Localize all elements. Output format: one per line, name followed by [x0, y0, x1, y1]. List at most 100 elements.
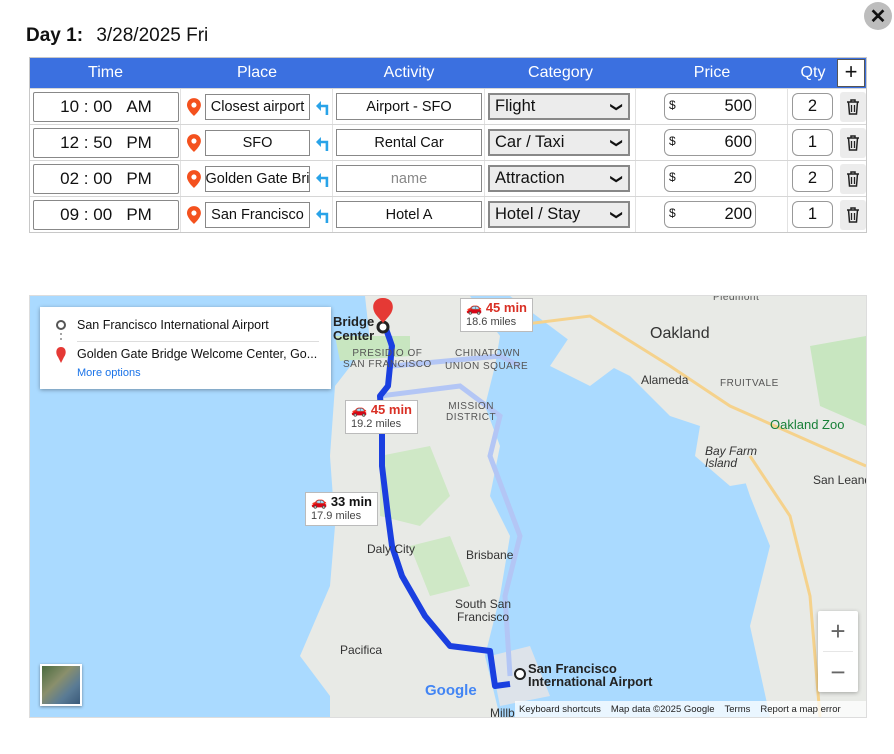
activity-cell: Hotel A: [333, 197, 485, 232]
time-input[interactable]: 12 : 50 PM: [33, 127, 179, 158]
minute[interactable]: 00: [93, 97, 112, 117]
delete-row-button[interactable]: [840, 91, 866, 122]
trash-icon: [847, 170, 859, 187]
header-qty: Qty: [800, 64, 826, 81]
time-input[interactable]: 02 : 00 PM: [33, 163, 179, 194]
turn-arrow-icon[interactable]: [314, 170, 332, 188]
header-activity: Activity: [383, 64, 435, 81]
map-label-piedmont: Piedmont: [713, 295, 760, 303]
qty-input[interactable]: 1: [792, 129, 833, 156]
terms-link[interactable]: Terms: [725, 704, 751, 715]
price-input[interactable]: $ 500: [664, 93, 756, 120]
directions-panel[interactable]: San Francisco International Airport Gold…: [40, 307, 331, 389]
activity-input[interactable]: Rental Car: [336, 129, 482, 156]
ampm[interactable]: PM: [126, 169, 152, 189]
route-option-2[interactable]: 🚗 45 min 19.2 miles: [345, 400, 418, 434]
zoom-out-button[interactable]: −: [818, 652, 858, 692]
minute[interactable]: 00: [93, 169, 112, 189]
price-cell: $ 20: [636, 161, 788, 196]
place-input[interactable]: Closest airport: [204, 93, 311, 120]
map-label-sfo: San Francisco International Airport: [528, 661, 653, 689]
map-label-union-square: UNION SQUARE: [445, 361, 529, 372]
map-label-mission: MISSION DISTRICT: [446, 401, 497, 423]
activity-cell: name: [333, 161, 485, 196]
ampm[interactable]: PM: [126, 205, 152, 225]
currency-symbol: $: [669, 134, 676, 148]
keyboard-shortcuts-link[interactable]: Keyboard shortcuts: [519, 704, 601, 715]
route-option-3[interactable]: 🚗 33 min 17.9 miles: [305, 492, 378, 526]
minute[interactable]: 00: [93, 205, 112, 225]
time-input[interactable]: 09 : 00 PM: [33, 199, 179, 230]
currency-symbol: $: [669, 206, 676, 220]
place-input[interactable]: Golden Gate Bri: [204, 165, 311, 192]
trash-icon: [847, 134, 859, 151]
category-select[interactable]: Flight ❯: [488, 93, 630, 120]
report-error-link[interactable]: Report a map error: [760, 704, 840, 715]
destination-label[interactable]: Golden Gate Bridge Welcome Center, Go...: [77, 347, 317, 361]
route-time: 45 min: [485, 300, 527, 315]
category-select[interactable]: Attraction ❯: [488, 165, 630, 192]
price-input[interactable]: $ 200: [664, 201, 756, 228]
turn-arrow-icon[interactable]: [314, 206, 332, 224]
category-value: Flight: [495, 97, 536, 115]
table-row: 12 : 50 PM SFO Rental Car Car / Taxi ❯ $…: [30, 124, 866, 160]
place-input[interactable]: San Francisco: [204, 201, 311, 228]
day-label: Day 1:: [26, 25, 84, 46]
route-option-1[interactable]: 🚗 45 min 18.6 miles: [460, 298, 533, 332]
ampm[interactable]: PM: [126, 133, 152, 153]
time-input[interactable]: 10 : 00 AM: [33, 91, 179, 122]
currency-symbol: $: [669, 98, 676, 112]
qty-input[interactable]: 2: [792, 165, 833, 192]
hour[interactable]: 02: [60, 169, 79, 189]
chevron-down-icon: ❯: [609, 137, 624, 148]
category-cell: Car / Taxi ❯: [485, 125, 636, 160]
route-distance: 18.6 miles: [466, 316, 517, 328]
activity-input[interactable]: name: [336, 165, 482, 192]
price-input[interactable]: $ 20: [664, 165, 756, 192]
route-distance: 19.2 miles: [351, 418, 402, 430]
qty-input[interactable]: 1: [792, 201, 833, 228]
turn-arrow-icon[interactable]: [314, 134, 332, 152]
ampm[interactable]: AM: [126, 97, 152, 117]
hour[interactable]: 12: [60, 133, 79, 153]
origin-label[interactable]: San Francisco International Airport: [77, 318, 269, 332]
turn-arrow-icon[interactable]: [314, 98, 332, 116]
add-row-button[interactable]: +: [837, 59, 865, 87]
map-label-san-leandro: San Leand: [813, 473, 867, 487]
hour[interactable]: 09: [60, 205, 79, 225]
map-data-text: Map data ©2025 Google: [610, 703, 715, 715]
location-pin-icon[interactable]: [187, 169, 201, 188]
delete-row-button[interactable]: [840, 199, 866, 230]
route-map[interactable]: San Francisco International Airport Gold…: [29, 295, 867, 718]
location-pin-icon[interactable]: [187, 97, 201, 116]
place-cell: Golden Gate Bri: [181, 161, 333, 196]
location-pin-icon[interactable]: [187, 205, 201, 224]
price-value: 200: [724, 205, 752, 223]
satellite-toggle[interactable]: [40, 664, 82, 706]
chevron-down-icon: ❯: [609, 101, 624, 112]
place-input[interactable]: SFO: [204, 129, 311, 156]
zoom-controls: + −: [818, 611, 858, 692]
price-input[interactable]: $ 600: [664, 129, 756, 156]
trash-icon: [847, 98, 859, 115]
delete-row-button[interactable]: [840, 163, 866, 194]
category-value: Car / Taxi: [495, 133, 565, 151]
map-label-presidio: PRESIDIO OF SAN FRANCISCO: [343, 348, 432, 370]
more-options-link[interactable]: More options: [77, 367, 141, 379]
car-icon: 🚗: [351, 402, 368, 417]
chevron-down-icon: ❯: [609, 173, 624, 184]
time-cell: 12 : 50 PM: [30, 125, 181, 160]
activity-input[interactable]: Hotel A: [336, 201, 482, 228]
zoom-in-button[interactable]: +: [818, 611, 858, 651]
activity-input[interactable]: Airport - SFO: [336, 93, 482, 120]
qty-input[interactable]: 2: [792, 93, 833, 120]
place-cell: San Francisco: [181, 197, 333, 232]
category-select[interactable]: Car / Taxi ❯: [488, 129, 630, 156]
hour[interactable]: 10: [60, 97, 79, 117]
delete-row-button[interactable]: [840, 127, 866, 158]
location-pin-icon[interactable]: [187, 133, 201, 152]
close-button[interactable]: ✕: [864, 2, 892, 30]
category-cell: Hotel / Stay ❯: [485, 197, 636, 232]
category-select[interactable]: Hotel / Stay ❯: [488, 201, 630, 228]
minute[interactable]: 50: [93, 133, 112, 153]
